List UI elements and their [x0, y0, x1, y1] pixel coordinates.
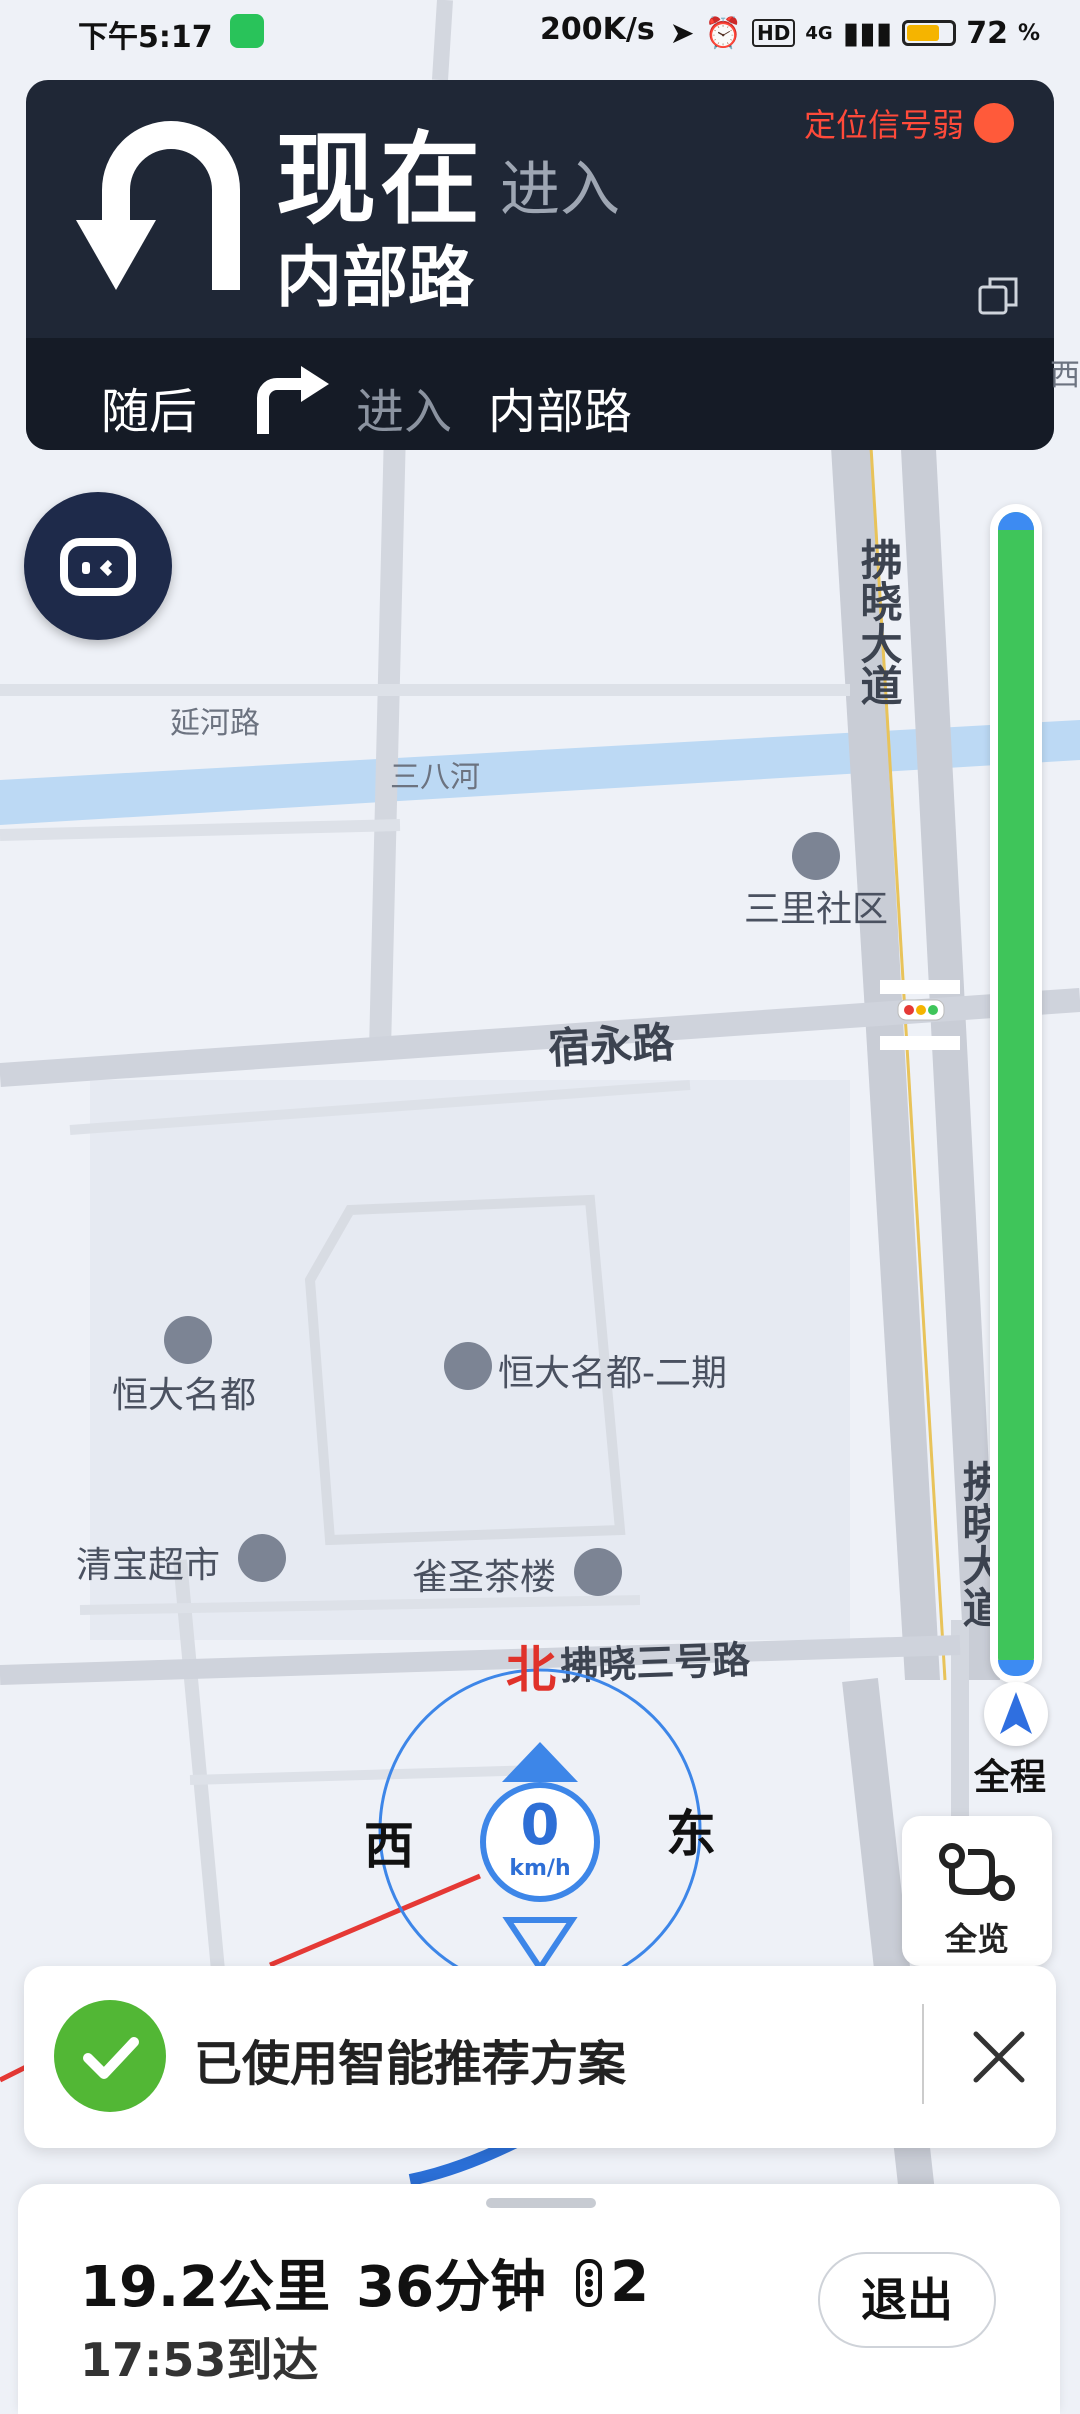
edge-label-xi: 西	[1050, 358, 1080, 393]
river-label-sanba: 三八河	[390, 760, 480, 795]
poi-label-qingbao: 清宝超市	[76, 1545, 221, 1586]
compass-east: 东	[666, 1805, 716, 1863]
status-bar: 下午5:17 200K/s ➤ ⏰ HD 4G ▮▮▮ 72 %	[0, 0, 1080, 70]
network-speed: 200K/s	[540, 12, 655, 47]
signal-icon: ▮▮▮	[842, 15, 893, 51]
trip-stats: 19.2公里 36分钟 2	[80, 2242, 649, 2323]
instruction-enter: 进入	[500, 155, 620, 225]
status-time: 下午5:17	[78, 20, 213, 55]
instruction-now: 现在	[276, 121, 484, 238]
next-instruction: 随后 进入 内部路	[26, 338, 1054, 450]
toast-divider	[922, 2004, 924, 2104]
road-label-yanhe: 延河路	[170, 706, 260, 741]
residential-icon	[164, 1316, 212, 1364]
gps-weak-text: 定位信号弱	[803, 106, 964, 144]
turn-right-arrow-icon	[257, 366, 329, 434]
voice-assistant-button[interactable]	[24, 492, 172, 640]
teacup-icon	[574, 1548, 622, 1596]
traffic-light-count: 2	[610, 2250, 650, 2315]
check-icon	[54, 2000, 166, 2112]
speedometer: 0 km/h	[480, 1782, 600, 1902]
next-enter: 进入	[356, 384, 453, 440]
trip-duration: 36分钟	[356, 2255, 547, 2320]
network-type: 4G	[805, 22, 833, 44]
wechat-icon	[230, 14, 264, 48]
road-label-suyong: 宿永路	[546, 1017, 676, 1074]
speed-value: 0	[520, 1793, 560, 1858]
current-instruction: 现在 进入 内部路 定位信号弱	[26, 80, 1054, 338]
poi-label-quesheng: 雀圣茶楼	[412, 1557, 557, 1598]
residential-icon-2	[444, 1342, 492, 1390]
recommendation-toast: 已使用智能推荐方案	[24, 1966, 1056, 2148]
road-label-fuxiao-avenue: 拂晓大道	[854, 538, 903, 706]
copy-icon[interactable]	[976, 275, 1020, 319]
speed-unit: km/h	[509, 1856, 571, 1881]
status-icons: ➤ ⏰ HD 4G ▮▮▮ 72 %	[670, 10, 1040, 56]
full-route-label[interactable]: 全程	[974, 1748, 1046, 1800]
exit-button[interactable]: 退出	[818, 2252, 996, 2348]
route-overview-icon	[939, 1843, 1015, 1901]
gps-weak-icon	[974, 103, 1014, 143]
drag-handle[interactable]	[486, 2198, 596, 2208]
compass-west: 西	[364, 1817, 414, 1875]
next-label: 随后	[101, 384, 198, 440]
shopping-cart-icon	[238, 1534, 286, 1582]
current-location-button[interactable]	[984, 1682, 1048, 1746]
navigation-arrow-icon	[1000, 1692, 1032, 1734]
toast-message: 已使用智能推荐方案	[194, 2036, 627, 2092]
navigation-guidance-panel: 现在 进入 内部路 定位信号弱 随后 进入 内部路	[26, 80, 1054, 450]
hd-icon: HD	[752, 19, 796, 47]
battery-unit: %	[1017, 20, 1040, 46]
alarm-icon: ⏰	[704, 15, 743, 51]
overview-label: 全览	[944, 1920, 1009, 1958]
battery-icon	[902, 20, 957, 46]
gps-weak-warning: 定位信号弱	[804, 100, 1014, 146]
trip-summary-panel: 19.2公里 36分钟 2 17:53到达 退出	[18, 2184, 1060, 2414]
arrival-time: 17:53到达	[80, 2333, 319, 2387]
u-turn-arrow-icon	[76, 121, 240, 290]
poi-label-hengda-2: 恒大名都-二期	[498, 1353, 727, 1394]
next-road: 内部路	[488, 384, 633, 440]
compass-north: 北	[506, 1641, 556, 1699]
route-overview-button[interactable]: 全览	[902, 1816, 1052, 1966]
location-icon: ➤	[669, 15, 695, 51]
close-icon[interactable]	[964, 2022, 1034, 2092]
instruction-road: 内部路	[276, 239, 474, 316]
poi-label-hengda: 恒大名都	[112, 1375, 257, 1416]
community-icon	[792, 832, 840, 880]
robot-face-icon	[60, 538, 136, 596]
battery-level: 72	[966, 15, 1008, 51]
trip-distance: 19.2公里	[80, 2255, 331, 2320]
traffic-light-icon	[576, 2258, 603, 2307]
route-progress-fill	[998, 512, 1034, 1676]
poi-label-sanli: 三里社区	[744, 889, 889, 930]
